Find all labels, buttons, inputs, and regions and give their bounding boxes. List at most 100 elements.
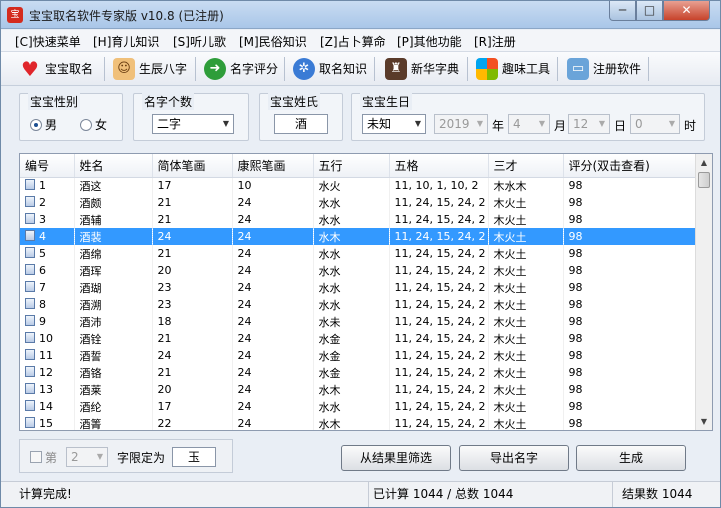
column-header[interactable]: 五行 bbox=[313, 154, 390, 178]
toolbar-baby-naming[interactable]: ♥ 宝宝取名 bbox=[15, 54, 97, 83]
menu-divination[interactable]: [Z]占卜算命 bbox=[320, 33, 386, 50]
menu-register[interactable]: [R]注册 bbox=[474, 33, 516, 50]
cell-text: 木火土 bbox=[493, 366, 527, 380]
gender-male-radio[interactable]: 男 bbox=[30, 116, 57, 133]
table-cell: 98 bbox=[563, 262, 697, 279]
table-row[interactable]: 1 酒这 17 10 水火 11, 10, 1, 10, 2 木水木 98 bbox=[20, 177, 697, 194]
table-cell: 6 bbox=[20, 262, 75, 279]
scroll-thumb[interactable] bbox=[698, 172, 710, 188]
column-header[interactable]: 三才 bbox=[488, 154, 564, 178]
position-filter-checkbox[interactable] bbox=[30, 451, 42, 463]
table-row[interactable]: 12 酒铬 21 24 水金 11, 24, 15, 24, 2 木火土 98 bbox=[20, 364, 697, 381]
cell-text: 水木 bbox=[318, 383, 341, 397]
table-row[interactable]: 4 酒裴 24 24 水木 11, 24, 15, 24, 2 木火土 98 bbox=[20, 228, 697, 245]
cell-text: 11, 24, 15, 24, 2 bbox=[394, 196, 486, 209]
table-row[interactable]: 2 酒颇 21 24 水水 11, 24, 15, 24, 2 木火土 98 bbox=[20, 194, 697, 211]
table-row[interactable]: 11 酒誓 24 24 水金 11, 24, 15, 24, 2 木火土 98 bbox=[20, 347, 697, 364]
table-row[interactable]: 8 酒溯 23 24 水水 11, 24, 15, 24, 2 木火土 98 bbox=[20, 296, 697, 313]
table-row[interactable]: 5 酒绵 21 24 水水 11, 24, 15, 24, 2 木火土 98 bbox=[20, 245, 697, 262]
menu-other[interactable]: [P]其他功能 bbox=[397, 33, 462, 50]
cell-text: 98 bbox=[568, 417, 583, 430]
cell-text: 11, 24, 15, 24, 2 bbox=[394, 281, 486, 294]
surname-input[interactable]: 酒 bbox=[274, 114, 328, 134]
column-header[interactable]: 简体笔画 bbox=[152, 154, 233, 178]
toolbar-fun-tools[interactable]: 趣味工具 bbox=[472, 54, 554, 83]
table-cell: 24 bbox=[232, 296, 314, 313]
table-cell: 酒珲 bbox=[74, 262, 153, 279]
column-header[interactable]: 康熙笔画 bbox=[232, 154, 314, 178]
birth-year-select[interactable]: 2019 ▼ bbox=[434, 114, 488, 134]
table-row[interactable]: 9 酒沛 18 24 水未 11, 24, 15, 24, 2 木火土 98 bbox=[20, 313, 697, 330]
toolbar-dictionary[interactable]: ♜ 新华字典 bbox=[381, 54, 463, 83]
title-bar[interactable]: 宝 宝宝取名软件专家版 v10.8 (已注册) ─ □ ✕ bbox=[1, 1, 720, 29]
scroll-down-icon[interactable]: ▼ bbox=[696, 413, 712, 430]
table-row[interactable]: 14 酒纶 17 24 水水 11, 24, 15, 24, 2 木火土 98 bbox=[20, 398, 697, 415]
column-header[interactable]: 五格 bbox=[389, 154, 489, 178]
table-cell: 木火土 bbox=[488, 262, 564, 279]
results-table[interactable]: 编号 姓名 简体笔画 康熙笔画 五行 五格 三才 评分(双击查看) 1 酒这 17 1… bbox=[19, 153, 713, 431]
toolbar-label: 新华字典 bbox=[411, 62, 460, 76]
table-header-row: 编号 姓名 简体笔画 康熙笔画 五行 五格 三才 评分(双击查看) bbox=[20, 154, 697, 178]
menu-parenting[interactable]: [H]育儿知识 bbox=[93, 33, 159, 50]
scroll-up-icon[interactable]: ▲ bbox=[696, 154, 712, 171]
toolbar-naming-knowledge[interactable]: ✲ 取名知识 bbox=[289, 54, 371, 83]
menu-quick[interactable]: [C]快速菜单 bbox=[15, 33, 81, 50]
document-icon bbox=[25, 264, 35, 275]
limit-char-input[interactable]: 玉 bbox=[172, 447, 216, 467]
cell-text: 水未 bbox=[318, 315, 341, 329]
position-select[interactable]: 2 ▼ bbox=[66, 447, 108, 467]
column-header[interactable]: 评分(双击查看) bbox=[563, 154, 697, 178]
cell-text: 11 bbox=[39, 349, 53, 362]
table-cell: 木火土 bbox=[488, 381, 564, 398]
table-cell: 98 bbox=[563, 296, 697, 313]
table-cell: 24 bbox=[232, 398, 314, 415]
cell-text: 24 bbox=[237, 213, 252, 226]
cell-text: 水木 bbox=[318, 417, 341, 431]
column-header[interactable]: 编号 bbox=[20, 154, 75, 178]
table-cell: 水金 bbox=[313, 330, 390, 347]
generate-button[interactable]: 生成 bbox=[576, 445, 686, 471]
cell-text: 21 bbox=[157, 366, 172, 379]
menu-folklore[interactable]: [M]民俗知识 bbox=[239, 33, 307, 50]
table-row[interactable]: 13 酒莱 20 24 水木 11, 24, 15, 24, 2 木火土 98 bbox=[20, 381, 697, 398]
table-row[interactable]: 6 酒珲 20 24 水水 11, 24, 15, 24, 2 木火土 98 bbox=[20, 262, 697, 279]
month-unit-label: 月 bbox=[554, 119, 567, 133]
cell-text: 11, 24, 15, 24, 2 bbox=[394, 264, 486, 277]
document-icon bbox=[25, 247, 35, 258]
export-names-button[interactable]: 导出名字 bbox=[459, 445, 569, 471]
cell-text: 24 bbox=[237, 281, 252, 294]
cell-text: 98 bbox=[568, 315, 583, 328]
table-cell: 木火土 bbox=[488, 347, 564, 364]
close-button[interactable]: ✕ bbox=[663, 1, 710, 21]
table-cell: 24 bbox=[232, 313, 314, 330]
cell-text: 3 bbox=[39, 213, 46, 226]
gender-female-radio[interactable]: 女 bbox=[80, 116, 107, 133]
birth-month-select[interactable]: 4 ▼ bbox=[508, 114, 550, 134]
toolbar-name-scoring[interactable]: ➜ 名字评分 bbox=[200, 54, 282, 83]
table-row[interactable]: 7 酒瑚 23 24 水水 11, 24, 15, 24, 2 木火土 98 bbox=[20, 279, 697, 296]
table-cell: 24 bbox=[232, 262, 314, 279]
birth-hour-select[interactable]: 0 ▼ bbox=[630, 114, 680, 134]
birth-time-select[interactable]: 未知 ▼ bbox=[362, 114, 426, 134]
cell-text: 24 bbox=[237, 298, 252, 311]
column-header[interactable]: 姓名 bbox=[74, 154, 153, 178]
cell-text: 水木 bbox=[318, 230, 341, 244]
minimize-button[interactable]: ─ bbox=[609, 1, 636, 21]
table-cell: 21 bbox=[152, 194, 233, 211]
table-row[interactable]: 10 酒铨 21 24 水金 11, 24, 15, 24, 2 木火土 98 bbox=[20, 330, 697, 347]
maximize-button[interactable]: □ bbox=[636, 1, 663, 21]
cell-text: 酒箐 bbox=[79, 417, 102, 431]
table-cell: 木火土 bbox=[488, 194, 564, 211]
filter-results-button[interactable]: 从结果里筛选 bbox=[341, 445, 451, 471]
toolbar-register[interactable]: ▭ 注册软件 bbox=[563, 54, 645, 83]
table-row[interactable]: 3 酒辅 21 24 水水 11, 24, 15, 24, 2 木火土 98 bbox=[20, 211, 697, 228]
table-cell: 24 bbox=[232, 228, 314, 245]
menu-songs[interactable]: [S]听儿歌 bbox=[173, 33, 226, 50]
vertical-scrollbar[interactable]: ▲ ▼ bbox=[695, 154, 712, 430]
table-row[interactable]: 15 酒箐 22 24 水木 11, 24, 15, 24, 2 木火土 98 bbox=[20, 415, 697, 431]
windows-icon bbox=[476, 57, 498, 80]
birth-day-select[interactable]: 12 ▼ bbox=[568, 114, 610, 134]
cell-text: 水火 bbox=[318, 179, 341, 193]
name-length-select[interactable]: 二字 ▼ bbox=[152, 114, 234, 134]
toolbar-birth-chart[interactable]: ☺ 生辰八字 bbox=[109, 54, 191, 83]
